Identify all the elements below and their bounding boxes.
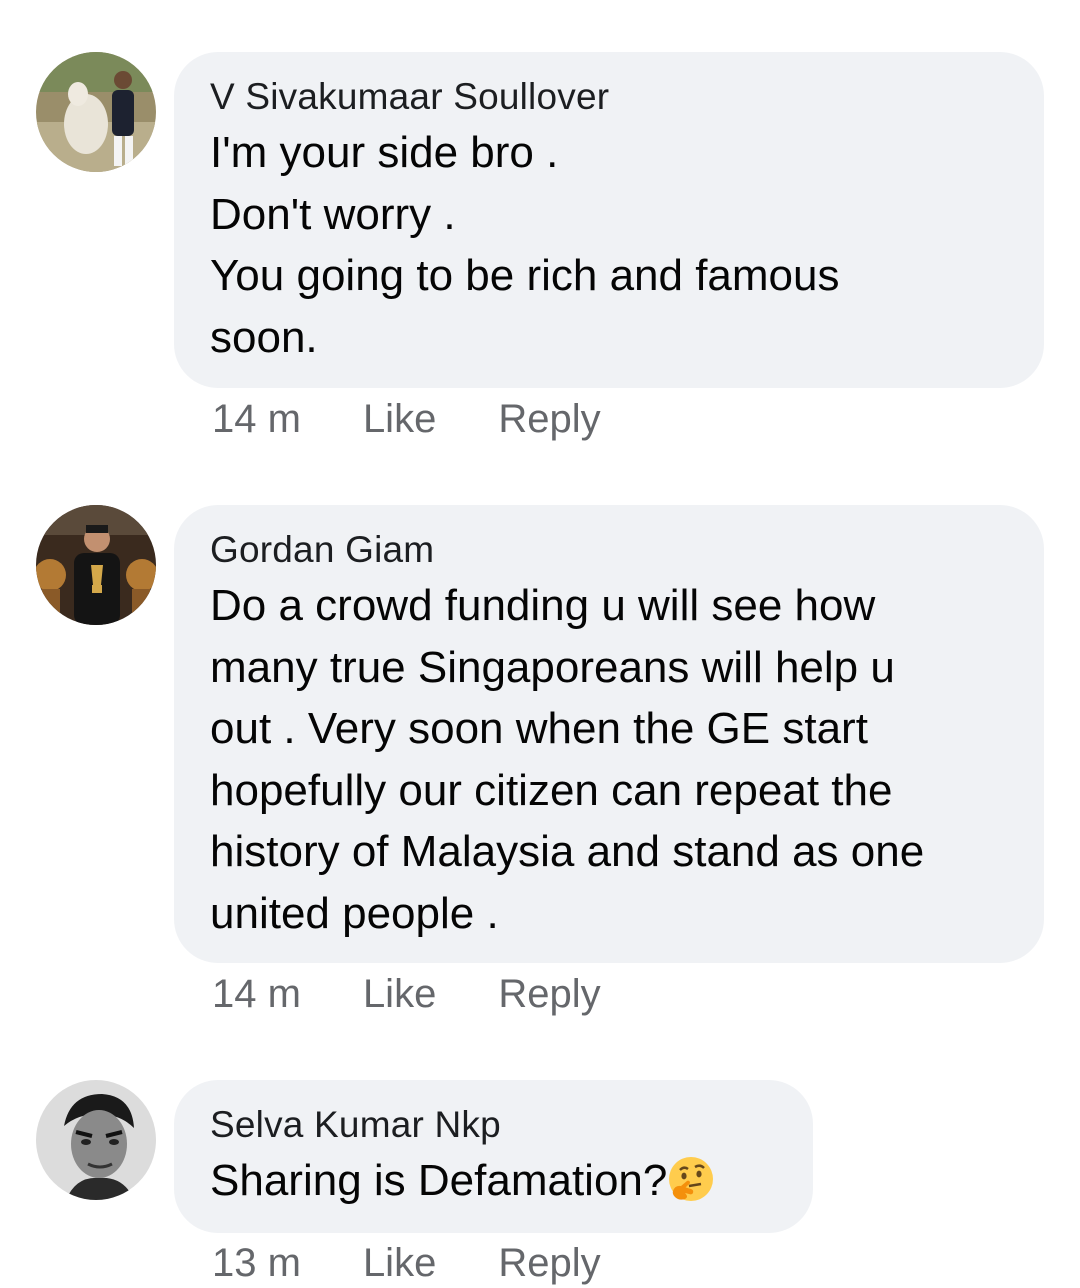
comment-author[interactable]: V Sivakumaar Soullover <box>210 72 1008 122</box>
comment-author[interactable]: Gordan Giam <box>210 525 1008 575</box>
comment-timestamp[interactable]: 13 m <box>212 1238 301 1288</box>
commenter-avatar[interactable] <box>36 1080 156 1200</box>
comment-text-line: Do a crowd funding u will see how <box>210 581 876 630</box>
avatar-vintage-portrait-icon <box>36 1080 156 1200</box>
comment-text-line: I'm your side bro . <box>210 128 559 177</box>
comment-timestamp[interactable]: 14 m <box>212 394 301 444</box>
like-button[interactable]: Like <box>363 969 436 1019</box>
avatar-man-with-trophy-icon <box>36 505 156 625</box>
comment-text-line: soon. <box>210 312 318 362</box>
comment-text-line: out . Very soon when the GE start <box>210 704 868 753</box>
like-button[interactable]: Like <box>363 394 436 444</box>
comment-text-line: many true Singaporeans will help u <box>210 642 895 692</box>
comment-text-line: You going to be rich and famous <box>210 251 840 300</box>
comment-text-line: united people . <box>210 888 499 938</box>
reply-button[interactable]: Reply <box>498 1238 600 1288</box>
comment-text-line: Sharing is Defamation? <box>210 1156 668 1205</box>
reply-button[interactable]: Reply <box>498 969 600 1019</box>
comment-author[interactable]: Selva Kumar Nkp <box>210 1100 777 1150</box>
comment-text-line: hopefully our citizen can repeat the <box>210 765 893 815</box>
thinking-face-emoji-icon <box>669 1157 714 1201</box>
comment-bubble: Selva Kumar Nkp Sharing is Defamation? <box>174 1080 813 1233</box>
comment-bubble: Gordan Giam Do a crowd funding u will se… <box>174 505 1044 963</box>
comment-actions: 14 m Like Reply <box>212 969 601 1019</box>
reply-button[interactable]: Reply <box>498 394 600 444</box>
comment-actions: 14 m Like Reply <box>212 394 601 444</box>
comment-text: I'm your side bro . Don't worry . You goin… <box>210 122 1008 368</box>
commenter-avatar[interactable] <box>36 505 156 625</box>
comment-text-line: Don't worry . <box>210 189 456 239</box>
avatar-man-with-cow-icon <box>36 52 156 172</box>
comment-text: Do a crowd funding u will see how many tr… <box>210 575 1008 944</box>
comment-text: Sharing is Defamation? <box>210 1150 777 1212</box>
comment-actions: 13 m Like Reply <box>212 1238 601 1288</box>
comment-bubble: V Sivakumaar Soullover I'm your side bro… <box>174 52 1044 388</box>
commenter-avatar[interactable] <box>36 52 156 172</box>
comment-text-line: history of Malaysia and stand as one <box>210 827 925 876</box>
like-button[interactable]: Like <box>363 1238 436 1288</box>
comment-timestamp[interactable]: 14 m <box>212 969 301 1019</box>
